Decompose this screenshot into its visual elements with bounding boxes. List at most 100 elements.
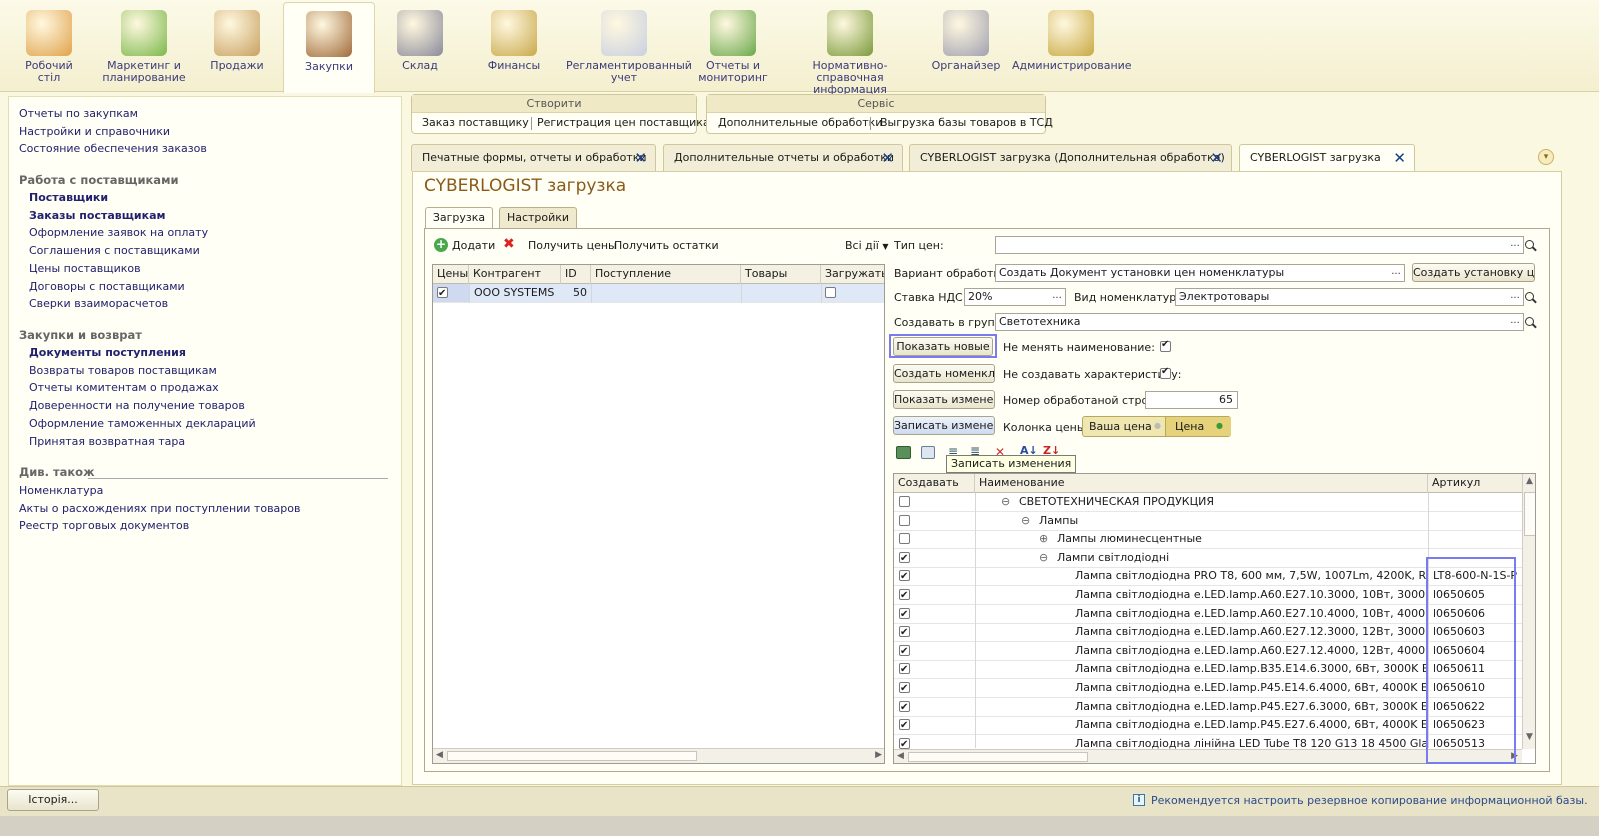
name-cell[interactable]: Лампа світлодіодна e.LED.lamp.A60.E27.12… (1075, 642, 1426, 660)
nav-link[interactable]: Оформление таможенных деклараций (29, 417, 256, 430)
prices-cell[interactable] (433, 284, 469, 302)
add-icon[interactable]: + (434, 238, 448, 252)
option-price[interactable]: Цена (1175, 420, 1204, 433)
section-desk[interactable]: Робочий стіл (4, 2, 94, 90)
column-header[interactable]: Наименование (975, 474, 1428, 493)
nav-link[interactable]: Доверенности на получение товаров (29, 399, 245, 412)
select-button[interactable]: ... (1388, 266, 1404, 282)
delete-icon[interactable]: ✖ (503, 236, 515, 252)
create-price-setting-button[interactable]: Создать установку цен (1412, 263, 1535, 282)
column-header[interactable]: Контрагент (469, 265, 561, 284)
sku-cell[interactable] (1433, 530, 1519, 548)
write-changes-button[interactable]: Записать изменен... (893, 416, 995, 435)
column-header[interactable]: Создавать (894, 474, 975, 493)
nav-link[interactable]: Соглашения с поставщиками (29, 244, 200, 257)
scroll-thumb[interactable] (447, 751, 697, 761)
name-cell[interactable]: Лампы (1039, 512, 1426, 530)
scroll-thumb[interactable] (908, 752, 1088, 762)
section-database[interactable]: Администрирование (1012, 2, 1132, 90)
create-checkbox[interactable] (899, 736, 910, 754)
nav-link[interactable]: Сверки взаиморасчетов (29, 297, 168, 310)
create-checkbox[interactable] (899, 496, 910, 507)
nav-link[interactable]: Настройки и справочники (19, 125, 170, 138)
collapse-icon[interactable]: ⊖ (1021, 512, 1030, 530)
kind-input[interactable]: Электротовары (1175, 288, 1524, 306)
create-checkbox[interactable] (899, 587, 910, 605)
nav-link[interactable]: Акты о расхождениях при поступлении това… (19, 502, 300, 515)
column-header[interactable]: Товары (741, 265, 821, 284)
search-icon[interactable] (1525, 240, 1534, 249)
vertical-scrollbar[interactable]: ▲ ▼ (1522, 474, 1535, 749)
nav-link[interactable]: Заказы поставщикам (29, 209, 165, 222)
column-header[interactable]: Поступление (591, 265, 741, 284)
column-header[interactable]: Артикул (1428, 474, 1522, 493)
section-documents[interactable]: Регламентированный учет (566, 2, 692, 90)
create-checkbox[interactable] (899, 624, 910, 642)
close-icon[interactable]: ✕ (881, 145, 894, 171)
select-button[interactable]: ... (1049, 290, 1065, 306)
create-nomenclature-button[interactable]: Создать номенкла... (893, 364, 995, 383)
name-cell[interactable]: Лампы люминесцентные (1057, 530, 1426, 548)
name-cell[interactable]: Лампа світлодіодна e.LED.lamp.P45.E27.6.… (1075, 698, 1426, 716)
sku-cell[interactable] (1433, 512, 1519, 530)
select-button[interactable]: ... (1507, 315, 1523, 331)
nav-link[interactable]: Отчеты по закупкам (19, 107, 138, 120)
column-header[interactable]: ID (561, 265, 591, 284)
create-checkbox[interactable] (899, 717, 910, 735)
name-cell[interactable]: Лампа світлодіодна PRO T8, 600 мм, 7,5W,… (1075, 567, 1426, 585)
section-truck[interactable]: Продажи (194, 2, 280, 90)
backup-notice-link[interactable]: Рекомендуется настроить резервное копиро… (1151, 794, 1588, 807)
create-checkbox[interactable] (899, 661, 910, 679)
scroll-left-icon[interactable]: ◀ (897, 751, 904, 761)
no-rename-checkbox[interactable] (1160, 339, 1171, 352)
nav-link[interactable]: Реестр торговых документов (19, 519, 189, 532)
order-to-supplier-link[interactable]: Заказ поставщику (422, 116, 529, 129)
name-cell[interactable]: Лампа світлодіодна e.LED.lamp.A60.E27.12… (1075, 623, 1426, 641)
select-button[interactable]: ... (1507, 238, 1523, 254)
section-shelves[interactable]: Склад (376, 2, 464, 90)
name-cell[interactable]: Лампа світлодіодна e.LED.lamp.A60.E27.10… (1075, 605, 1426, 623)
section-binders[interactable]: Нормативно-справочная информация (780, 2, 920, 96)
scroll-thumb[interactable] (1524, 492, 1535, 536)
search-icon[interactable] (1525, 317, 1534, 326)
create-checkbox[interactable] (899, 606, 910, 624)
section-coins[interactable]: Финансы (466, 2, 562, 90)
create-checkbox[interactable] (899, 533, 910, 545)
table-row[interactable]: ООО SYSTEMS 50 (433, 284, 884, 303)
nav-link[interactable]: Номенклатура (19, 484, 103, 497)
horizontal-scrollbar[interactable]: ◀ ▶ (433, 748, 884, 763)
prices-checkbox[interactable] (437, 285, 448, 302)
tab-print-forms[interactable]: Печатные формы, отчеты и обработки ✕ (411, 144, 656, 171)
all-actions-button[interactable]: Всі дії ▼ (845, 239, 889, 252)
scroll-down-icon[interactable]: ▼ (1526, 732, 1533, 742)
tab-additional-reports[interactable]: Дополнительные отчеты и обработки ✕ (663, 144, 903, 171)
row-number-input[interactable]: 65 (1145, 391, 1238, 409)
tab-settings[interactable]: Настройки (499, 207, 577, 228)
create-checkbox[interactable] (899, 550, 910, 568)
no-characteristic-checkbox[interactable] (1160, 366, 1171, 379)
nav-link[interactable]: Принятая возвратная тара (29, 435, 185, 448)
scroll-left-icon[interactable]: ◀ (436, 750, 443, 760)
price-type-input[interactable] (995, 236, 1524, 254)
additional-processing-link[interactable]: Дополнительные обработки (718, 116, 882, 129)
nav-link[interactable]: Оформление заявок на оплату (29, 226, 208, 239)
nav-link[interactable]: Цены поставщиков (29, 262, 141, 275)
nav-link[interactable]: Отчеты комитентам о продажах (29, 381, 219, 394)
scroll-up-icon[interactable]: ▲ (1526, 476, 1533, 486)
name-cell[interactable]: Лампа світлодіодна e.LED.lamp.A60.E27.10… (1075, 586, 1426, 604)
tab-loading[interactable]: Загрузка (425, 207, 493, 229)
get-prices-button[interactable]: Получить цены (528, 239, 617, 252)
column-header[interactable]: Загружать с (821, 265, 884, 284)
close-icon[interactable]: ✕ (634, 145, 647, 171)
add-button[interactable]: Додати (452, 239, 495, 252)
close-icon[interactable]: ✕ (1210, 145, 1223, 171)
expand-icon[interactable]: ⊕ (1039, 530, 1048, 548)
id-cell[interactable]: 50 (561, 284, 587, 302)
select-button[interactable]: ... (1507, 290, 1523, 306)
name-cell[interactable]: Лампа світлодіодна e.LED.lamp.P45.E27.6.… (1075, 716, 1426, 734)
name-cell[interactable]: СВЕТОТЕХНИЧЕСКАЯ ПРОДУКЦИЯ (1019, 493, 1426, 511)
nav-link[interactable]: Возвраты товаров поставщикам (29, 364, 217, 377)
name-cell[interactable]: Лампи світлодіодні (1057, 549, 1426, 567)
section-clipboard[interactable]: Органайзер (922, 2, 1010, 90)
collapse-icon[interactable]: ⊖ (1039, 549, 1048, 567)
